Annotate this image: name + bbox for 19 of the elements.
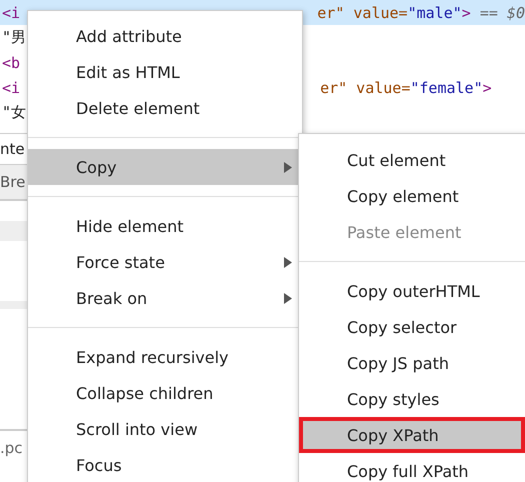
menu-item[interactable]: Break on <box>28 280 302 316</box>
menu-item[interactable]: Copy XPath <box>299 417 525 453</box>
menu-item[interactable]: Cut element <box>299 142 525 178</box>
menu-item[interactable]: Copy styles <box>299 381 525 417</box>
menu-item[interactable]: Copy full XPath <box>299 453 525 482</box>
menu-item[interactable]: Edit as HTML <box>28 54 302 90</box>
caret-icon <box>284 162 292 172</box>
menu-item[interactable]: Hide element <box>28 208 302 244</box>
caret-icon <box>284 292 292 304</box>
menu-item[interactable]: Expand recursively <box>28 339 302 375</box>
menu-item[interactable]: Copy selector <box>299 309 525 345</box>
caret-icon <box>284 256 292 268</box>
menu-item[interactable]: Force state <box>28 244 302 280</box>
menu-item[interactable]: Add attribute <box>28 18 302 54</box>
menu-item[interactable]: Copy element <box>299 178 525 214</box>
menu-item[interactable]: Copy outerHTML <box>299 273 525 309</box>
menu-item[interactable]: Copy JS path <box>299 345 525 381</box>
menu-item[interactable]: Collapse children <box>28 375 302 411</box>
menu-item[interactable]: Delete element <box>28 90 302 126</box>
